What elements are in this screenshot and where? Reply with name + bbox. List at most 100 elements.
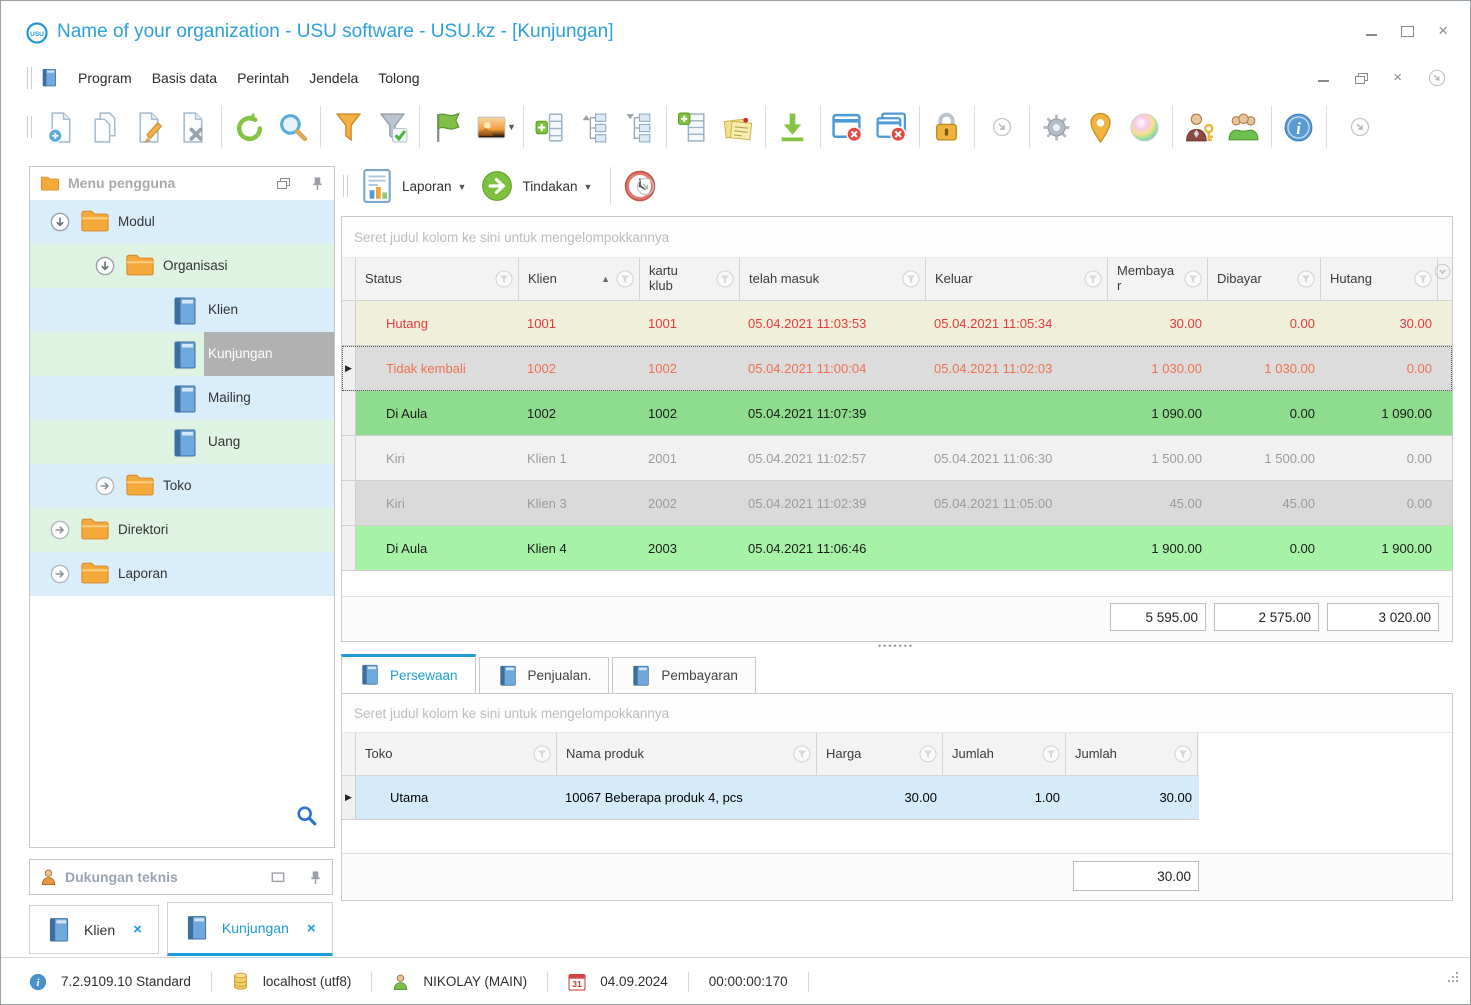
column-header-harga[interactable]: Harga bbox=[817, 733, 943, 775]
filter-icon[interactable] bbox=[616, 270, 634, 288]
column-header-toko[interactable]: Toko bbox=[356, 733, 557, 775]
column-header-membayar[interactable]: Membayar bbox=[1108, 258, 1208, 300]
sidebar-item-uang[interactable]: Uang bbox=[30, 420, 334, 464]
row-add-icon[interactable] bbox=[672, 105, 716, 149]
collapse-node-icon[interactable] bbox=[95, 256, 115, 276]
expand-node-icon[interactable] bbox=[95, 476, 115, 496]
expand-node-icon[interactable] bbox=[50, 564, 70, 584]
report-icon[interactable] bbox=[360, 168, 394, 204]
mdi-minimize-icon[interactable] bbox=[1318, 80, 1330, 82]
float-panel-icon[interactable] bbox=[277, 178, 290, 189]
filter-icon[interactable] bbox=[1042, 745, 1060, 763]
column-header-kartu_klub[interactable]: kartu klub bbox=[640, 258, 740, 300]
filter-icon[interactable] bbox=[1414, 270, 1432, 288]
tindakan-button[interactable]: Tindakan bbox=[522, 179, 577, 194]
maximize-button[interactable] bbox=[1401, 25, 1415, 37]
detail-add-icon[interactable] bbox=[529, 105, 573, 149]
sidebar-item-toko[interactable]: Toko bbox=[30, 464, 334, 508]
palette-icon[interactable] bbox=[1123, 105, 1167, 149]
doc-copy-icon[interactable] bbox=[84, 105, 128, 149]
windows-close-all-icon[interactable] bbox=[870, 105, 914, 149]
minimize-button[interactable] bbox=[1366, 34, 1378, 36]
sidebar-item-mailing[interactable]: Mailing bbox=[30, 376, 334, 420]
users-icon[interactable] bbox=[1222, 105, 1266, 149]
location-icon[interactable] bbox=[1079, 105, 1123, 149]
laporan-button[interactable]: Laporan bbox=[402, 179, 452, 194]
resize-grip-icon[interactable] bbox=[1444, 970, 1460, 986]
sidebar-item-direktori[interactable]: Direktori bbox=[30, 508, 334, 552]
menu-perintah[interactable]: Perintah bbox=[227, 64, 299, 92]
filter-icon[interactable] bbox=[1084, 270, 1102, 288]
tindakan-icon[interactable] bbox=[480, 168, 514, 204]
pin-icon[interactable] bbox=[311, 176, 324, 191]
column-header-keluar[interactable]: Keluar bbox=[926, 258, 1108, 300]
user-permissions-icon[interactable] bbox=[1178, 105, 1222, 149]
toolbar2-grip[interactable] bbox=[343, 175, 348, 197]
search-icon[interactable] bbox=[271, 105, 315, 149]
visits-row[interactable]: Di Aula Klien 4 2003 05.04.2021 11:06:46 1 9… bbox=[342, 526, 1452, 571]
sidebar-item-laporan[interactable]: Laporan bbox=[30, 552, 334, 596]
toolbar2-options-icon[interactable] bbox=[636, 177, 655, 196]
visits-row[interactable]: Kiri Klien 3 2002 05.04.2021 11:02:39 05.04.… bbox=[342, 481, 1452, 526]
menubar-grip[interactable] bbox=[27, 67, 32, 89]
close-button[interactable]: × bbox=[1438, 22, 1448, 39]
sidebar-item-kunjungan[interactable]: Kunjungan bbox=[30, 332, 334, 376]
grid-options-icon[interactable] bbox=[1434, 263, 1451, 280]
filter-icon[interactable] bbox=[326, 105, 370, 149]
toolbar-grip[interactable] bbox=[27, 116, 32, 138]
splitter-handle[interactable]: ••••••• bbox=[341, 641, 1451, 653]
menu-program[interactable]: Program bbox=[68, 64, 142, 92]
download-icon[interactable] bbox=[771, 105, 815, 149]
filter-icon[interactable] bbox=[533, 745, 551, 763]
filter-icon[interactable] bbox=[1184, 270, 1202, 288]
tree-search-icon[interactable] bbox=[296, 805, 318, 827]
refresh-icon[interactable] bbox=[227, 105, 271, 149]
filter-icon[interactable] bbox=[495, 270, 513, 288]
toolbar-options-icon[interactable] bbox=[980, 105, 1024, 149]
filter-icon[interactable] bbox=[902, 270, 920, 288]
mdi-tab-kunjungan[interactable]: Kunjungan × bbox=[166, 902, 333, 956]
column-header-nama_produk[interactable]: Nama produk bbox=[557, 733, 817, 775]
column-header-jumlah_total[interactable]: Jumlah bbox=[1066, 733, 1198, 775]
close-tab-icon[interactable]: × bbox=[307, 920, 316, 937]
expand-panel-icon[interactable] bbox=[271, 871, 285, 883]
column-header-telah_masuk[interactable]: telah masuk bbox=[740, 258, 926, 300]
sidebar-item-modul[interactable]: Modul bbox=[30, 200, 334, 244]
column-header-dibayar[interactable]: Dibayar bbox=[1208, 258, 1321, 300]
column-header-jumlah[interactable]: Jumlah bbox=[943, 733, 1066, 775]
mdi-tab-klien[interactable]: Klien × bbox=[29, 905, 159, 954]
column-header-klien[interactable]: Klien ▲ bbox=[519, 258, 640, 300]
filter-icon[interactable] bbox=[919, 745, 937, 763]
collapse-node-icon[interactable] bbox=[50, 212, 70, 232]
menu-basis-data[interactable]: Basis data bbox=[142, 64, 227, 92]
flag-icon[interactable] bbox=[425, 105, 469, 149]
tab-pembayaran[interactable]: Pembayaran bbox=[612, 657, 756, 694]
column-header-status[interactable]: Status bbox=[356, 258, 519, 300]
filter-check-icon[interactable] bbox=[370, 105, 414, 149]
doc-delete-icon[interactable] bbox=[172, 105, 216, 149]
visits-row[interactable]: Kiri Klien 1 2001 05.04.2021 11:02:57 05.04.… bbox=[342, 436, 1452, 481]
settings-icon[interactable] bbox=[1035, 105, 1079, 149]
doc-new-icon[interactable] bbox=[40, 105, 84, 149]
tree-collapse-icon[interactable] bbox=[617, 105, 661, 149]
sidebar-item-organisasi[interactable]: Organisasi bbox=[30, 244, 334, 288]
menu-jendela[interactable]: Jendela bbox=[299, 64, 368, 92]
about-icon[interactable]: i bbox=[1277, 105, 1321, 149]
visits-row[interactable]: Hutang 1001 1001 05.04.2021 11:03:53 05.04.2… bbox=[342, 301, 1452, 346]
tree-expand-icon[interactable] bbox=[573, 105, 617, 149]
filter-icon[interactable] bbox=[716, 270, 734, 288]
toolbar-options-2-icon[interactable] bbox=[1338, 105, 1382, 149]
filter-icon[interactable] bbox=[1174, 745, 1192, 763]
filter-icon[interactable] bbox=[1297, 270, 1315, 288]
tab-penjualan[interactable]: Penjualan. bbox=[478, 657, 610, 694]
visits-row[interactable]: Di Aula 1002 1002 05.04.2021 11:07:39 1 090.… bbox=[342, 391, 1452, 436]
image-caret-icon[interactable]: ▼ bbox=[507, 122, 516, 132]
menu-tolong[interactable]: Tolong bbox=[368, 64, 429, 92]
dukungan-teknis-panel[interactable]: Dukungan teknis bbox=[29, 859, 333, 895]
menubar-options-icon[interactable] bbox=[1428, 69, 1446, 87]
doc-edit-icon[interactable] bbox=[128, 105, 172, 149]
rental-row[interactable]: ▶ Utama 10067 Beberapa produk 4, pcs 30.00 1… bbox=[342, 776, 1199, 820]
tab-persewaan[interactable]: Persewaan bbox=[341, 654, 476, 694]
expand-node-icon[interactable] bbox=[50, 520, 70, 540]
notes-icon[interactable] bbox=[716, 105, 760, 149]
